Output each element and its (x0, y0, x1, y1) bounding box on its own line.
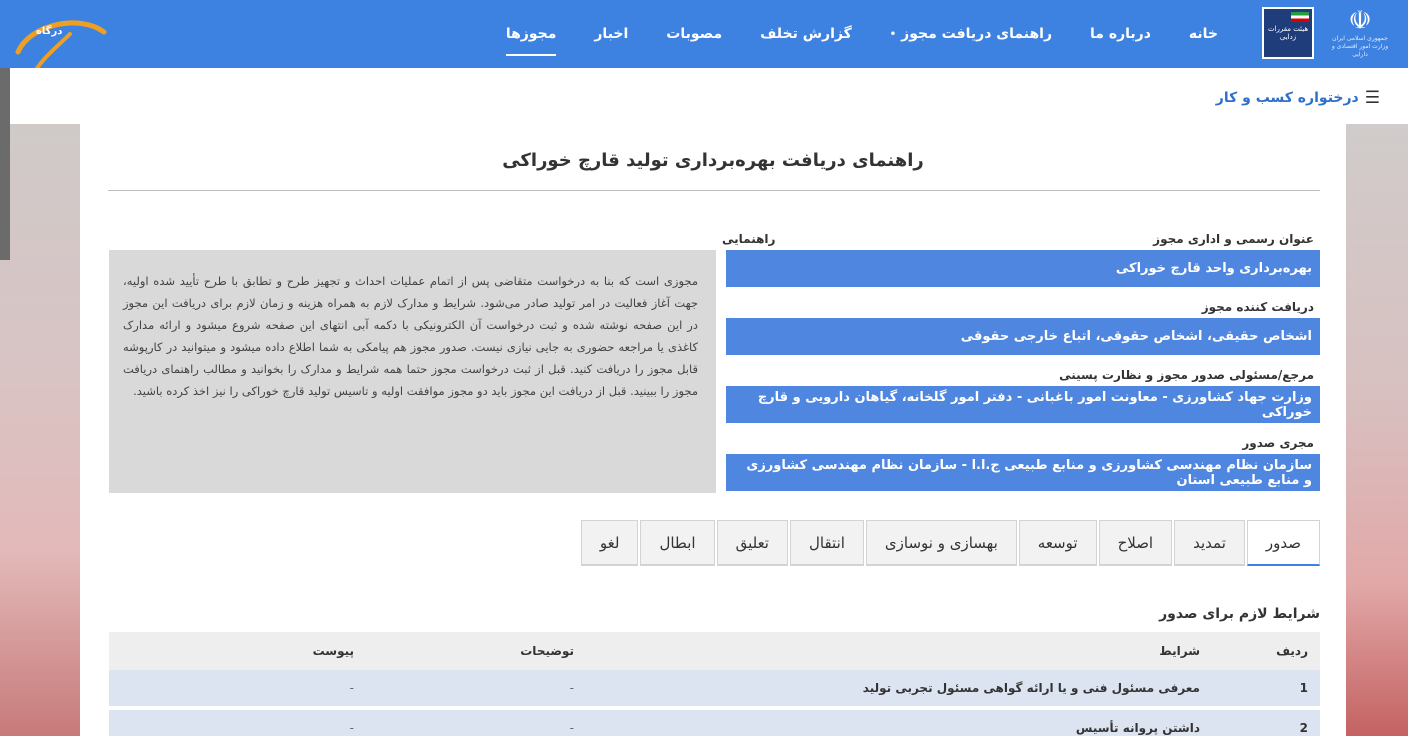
cell-attachment: - (349, 721, 354, 735)
tab-suspend[interactable]: تعلیق (716, 520, 788, 566)
issuer-label: مجری صدور (1242, 436, 1314, 450)
official-title-label: عنوان رسمی و اداری مجوز (1153, 232, 1314, 246)
emblem-logo[interactable]: ☫ جمهوری اسلامی ایران وزارت امور اقتصادی… (1328, 4, 1392, 62)
emblem-caption: جمهوری اسلامی ایران وزارت امور اقتصادی و… (1331, 35, 1389, 58)
table-row: 1 معرفی مسئول فنی و یا ارائه گواهی مسئول… (109, 670, 1320, 710)
table-row: 2 داشتن پروانه تأسیس - - (109, 710, 1320, 736)
nav-menu: خانه درباره ما راهنمای دریافت مجوز • گزار… (505, 0, 1218, 68)
nav-logos: ☫ جمهوری اسلامی ایران وزارت امور اقتصادی… (1262, 4, 1392, 62)
tab-renew[interactable]: تمدید (1174, 520, 1245, 566)
action-tabs: صدور تمدید اصلاح توسعه بهسازی و نوسازی ا… (579, 520, 1320, 566)
tab-transfer[interactable]: انتقال (789, 520, 864, 566)
tab-amend[interactable]: اصلاح (1098, 520, 1173, 566)
search-list-icon: ☰ (1364, 88, 1380, 108)
page-title: راهنمای دریافت بهره‌برداری تولید قارچ خو… (502, 150, 924, 171)
header-row-number: ردیف (1276, 644, 1308, 658)
license-fields: عنوان رسمی و اداری مجوز بهره‌برداری واحد… (726, 232, 1320, 504)
cell-condition: داشتن پروانه تأسیس (1075, 721, 1200, 735)
recipient-label: دریافت کننده مجوز (1201, 300, 1314, 314)
guide-text: مجوزی است که بنا به درخواست متقاضی پس از… (109, 250, 716, 493)
emblem-icon: ☫ (1348, 6, 1372, 36)
nav-item-license-guide[interactable]: راهنمای دریافت مجوز • (890, 10, 1052, 58)
guide-label: راهنمایی (722, 232, 776, 246)
tab-expand[interactable]: توسعه (1018, 520, 1097, 566)
portal-logo-label: درگاه (36, 26, 63, 37)
breadcrumb-label: درختواره کسب و کار (1215, 90, 1359, 106)
table-header: ردیف شرایط توضیحات پیوست (109, 632, 1320, 670)
conditions-table: ردیف شرایط توضیحات پیوست 1 معرفی مسئول ف… (109, 632, 1320, 736)
cell-description: - (569, 681, 574, 695)
breadcrumb-bar: ☰ درختواره کسب و کار (10, 68, 1408, 124)
authority-label: مرجع/مسئولی صدور مجوز و نظارت پسینی (1059, 368, 1314, 382)
cell-row-number: 2 (1299, 721, 1308, 735)
title-divider (108, 190, 1320, 191)
official-title-value: بهره‌برداری واحد قارچ خوراکی (726, 250, 1320, 287)
recipient-value: اشخاص حقیقی، اشخاص حقوقی، اتباع خارجی حق… (726, 318, 1320, 355)
authority-value: وزارت جهاد کشاورزی - معاونت امور باغبانی… (726, 386, 1320, 423)
cell-condition: معرفی مسئول فنی و یا ارائه گواهی مسئول ت… (862, 681, 1200, 695)
box-logo-text: هیئت مقررات زدایی (1267, 25, 1309, 41)
box-logo[interactable]: هیئت مقررات زدایی (1262, 7, 1314, 59)
flag-icon (1291, 12, 1309, 22)
nav-item-news[interactable]: اخبار (594, 10, 628, 58)
nav-item-licenses[interactable]: مجوزها (505, 10, 556, 58)
license-guide-card: راهنمای دریافت بهره‌برداری تولید قارچ خو… (80, 124, 1346, 736)
tab-cancel[interactable]: لغو (580, 520, 639, 566)
background-left (0, 120, 80, 736)
header-condition: شرایط (1159, 644, 1200, 658)
cell-description: - (569, 721, 574, 735)
header-description: توضیحات (520, 644, 574, 658)
tab-renovate[interactable]: بهسازی و نوسازی (865, 520, 1017, 566)
cell-attachment: - (349, 681, 354, 695)
nav-item-about[interactable]: درباره ما (1090, 10, 1151, 58)
header-attachment: پیوست (312, 644, 354, 658)
dropdown-dot-icon: • (889, 28, 897, 40)
issuer-value: سازمان نظام مهندسی کشاورزی و منابع طبیعی… (726, 454, 1320, 491)
nav-item-report-violation[interactable]: گزارش تخلف (760, 10, 852, 58)
tab-invalidate[interactable]: ابطال (640, 520, 715, 566)
nav-item-resolutions[interactable]: مصوبات (666, 10, 722, 58)
background-right (1346, 120, 1408, 736)
nav-item-home[interactable]: خانه (1189, 10, 1218, 58)
business-tree-link[interactable]: ☰ درختواره کسب و کار (1216, 88, 1380, 108)
top-navbar: ☫ جمهوری اسلامی ایران وزارت امور اقتصادی… (0, 0, 1408, 68)
tab-issue[interactable]: صدور (1246, 520, 1320, 566)
conditions-title: شرایط لازم برای صدور (1159, 606, 1320, 622)
background-strip (0, 60, 10, 260)
cell-row-number: 1 (1299, 681, 1308, 695)
